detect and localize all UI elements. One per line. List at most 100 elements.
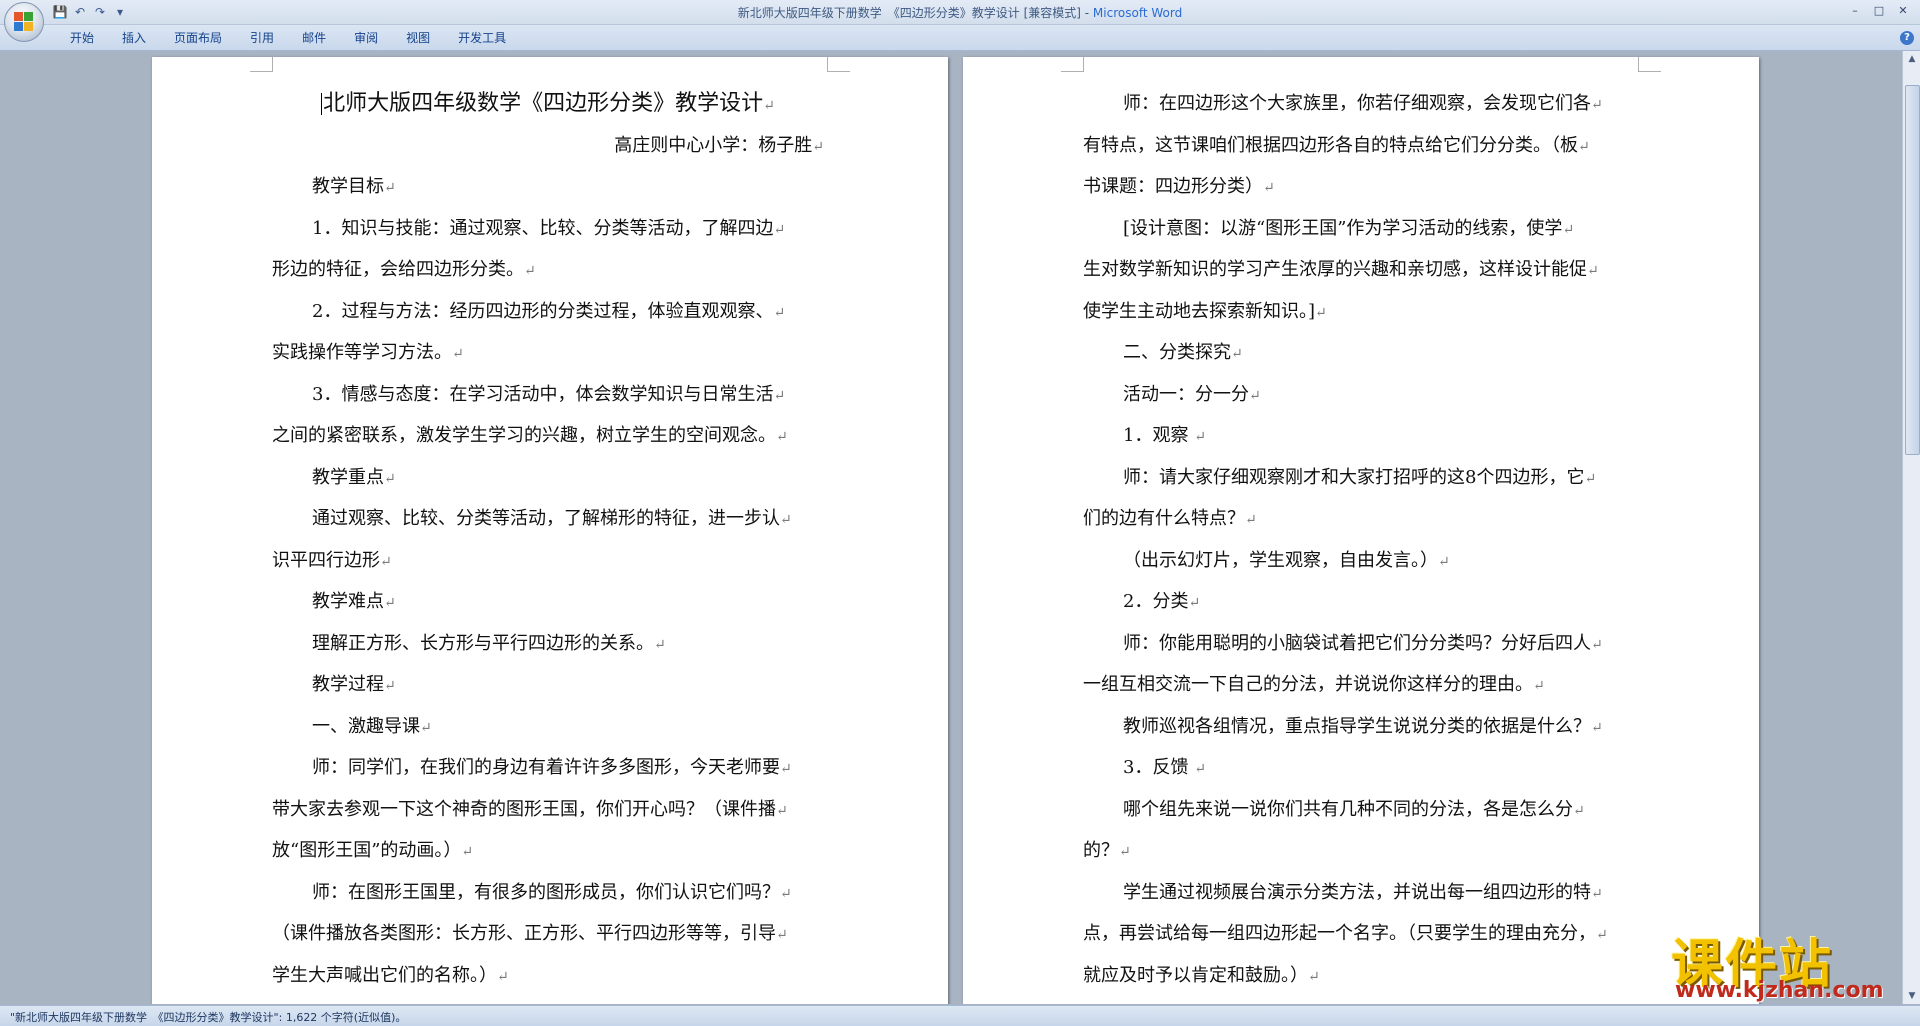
paragraph-mark-icon: ↵ [1573, 802, 1585, 819]
line-text: 教学难点 [312, 591, 384, 612]
document-page-1[interactable]: 北师大版四年级数学《四边形分类》教学设计↵ 高庄则中心小学：杨子胜↵ 教学目标↵ 1．… [152, 57, 948, 1004]
status-text: "新北师大版四年级下册数学 《四边形分类》教学设计": 1,622 个字符(近似… [10, 1011, 407, 1024]
tab-review[interactable]: 审阅 [340, 30, 392, 46]
vertical-scrollbar[interactable]: ▲ ▼ [1902, 51, 1920, 1004]
minimize-button[interactable]: – [1844, 2, 1866, 20]
paragraph-line[interactable]: （课件播放各类图形：长方形、正方形、平行四边形等等，引导↵ [272, 913, 824, 955]
paragraph-line[interactable]: 一、激趣导课↵ [272, 706, 824, 748]
paragraph-line[interactable]: 通过观察、比较、分类等活动，了解梯形的特征，进一步认↵ [272, 498, 824, 540]
line-text: 1．观察 [1123, 425, 1195, 446]
paragraph-mark-icon: ↵ [1308, 968, 1320, 985]
paragraph-line[interactable]: 教学重点↵ [272, 457, 824, 499]
paragraph-mark-icon: ↵ [776, 429, 788, 445]
document-page-2[interactable]: 师：在四边形这个大家族里，你若仔细观察，会发现它们各↵ 有特点，这节课咱们根据四边… [963, 57, 1759, 1004]
scroll-down-button[interactable]: ▼ [1904, 988, 1920, 1004]
paragraph-line[interactable]: 理解正方形、长方形与平行四边形的关系。↵ [272, 623, 824, 665]
paragraph-line[interactable]: [设计意图：以游“图形王国”作为学习活动的线索，使学↵ [1083, 208, 1635, 250]
paragraph-mark-icon: ↵ [1315, 304, 1327, 321]
line-text: 教学过程 [312, 674, 384, 695]
ribbon-tabs: 开始 插入 页面布局 引用 邮件 审阅 视图 开发工具 [56, 30, 520, 46]
line-text: 们的边有什么特点？ [1083, 508, 1245, 529]
paragraph-line[interactable]: 师：在四边形这个大家族里，你若仔细观察，会发现它们各↵ [1083, 83, 1635, 125]
paragraph-mark-icon: ↵ [1194, 761, 1206, 777]
paragraph-line[interactable]: 就应及时予以肯定和鼓励。）↵ [1083, 955, 1635, 997]
tab-developer[interactable]: 开发工具 [444, 30, 520, 46]
paragraph-line[interactable]: 点，再尝试给每一组四边形起一个名字。（只要学生的理由充分，↵ [1083, 913, 1635, 955]
paragraph-line[interactable]: 教学过程↵ [272, 664, 824, 706]
page-2-text[interactable]: 师：在四边形这个大家族里，你若仔细观察，会发现它们各↵ 有特点，这节课咱们根据四边… [1083, 83, 1635, 996]
document-workspace[interactable]: 北师大版四年级数学《四边形分类》教学设计↵ 高庄则中心小学：杨子胜↵ 教学目标↵ 1．… [0, 51, 1902, 1004]
line-text: 点，再尝试给每一组四边形起一个名字。（只要学生的理由充分， [1083, 923, 1596, 944]
paragraph-mark-icon: ↵ [1591, 97, 1603, 113]
paragraph-line[interactable]: 师：在图形王国里，有很多的图形成员，你们认识它们吗？↵ [272, 872, 824, 914]
paragraph-line[interactable]: 师：你能用聪明的小脑袋试着把它们分分类吗？分好后四人↵ [1083, 623, 1635, 665]
paragraph-line[interactable]: 使学生主动地去探索新知识。]↵ [1083, 291, 1635, 333]
paragraph-line[interactable]: 一组互相交流一下自己的分法，并说说你这样分的理由。↵ [1083, 664, 1635, 706]
paragraph-mark-icon: ↵ [1231, 346, 1243, 362]
paragraph-line[interactable]: 识平四行边形↵ [272, 540, 824, 582]
paragraph-mark-icon: ↵ [780, 885, 792, 902]
paragraph-line[interactable]: 的？↵ [1083, 830, 1635, 872]
paragraph-mark-icon: ↵ [773, 387, 786, 404]
paragraph-line[interactable]: 1．观察 ↵ [1083, 415, 1635, 457]
line-text: 哪个组先来说一说你们共有几种不同的分法，各是怎么分 [1123, 798, 1573, 820]
office-button[interactable] [4, 2, 44, 42]
paragraph-line[interactable]: 教师巡视各组情况，重点指导学生说说分类的依据是什么？↵ [1083, 706, 1635, 748]
paragraph-line[interactable]: 2．过程与方法：经历四边形的分类过程，体验直观观察、↵ [272, 291, 824, 333]
close-button[interactable]: ✕ [1892, 2, 1914, 20]
tab-insert[interactable]: 插入 [108, 30, 160, 46]
page-1-text[interactable]: 北师大版四年级数学《四边形分类》教学设计↵ 高庄则中心小学：杨子胜↵ 教学目标↵ 1．… [272, 83, 824, 996]
watermark-logo: 课件站 www.kjzhan.com [1671, 922, 1901, 1003]
paragraph-mark-icon: ↵ [420, 719, 432, 736]
paragraph-line[interactable]: 放“图形王国”的动画。）↵ [272, 830, 824, 872]
line-text: 师：请大家仔细观察刚才和大家打招呼的这8个四边形，它 [1123, 466, 1585, 488]
paragraph-line[interactable]: 带大家去参观一下这个神奇的图形王国，你们开心吗？（课件播↵ [272, 789, 824, 831]
paragraph-mark-icon: ↵ [1591, 719, 1603, 736]
tab-mailings[interactable]: 邮件 [288, 30, 340, 46]
paragraph-line[interactable]: 实践操作等学习方法。↵ [272, 332, 824, 374]
scroll-thumb[interactable] [1905, 85, 1920, 455]
margin-corner-mark [250, 57, 273, 72]
line-text: 一组互相交流一下自己的分法，并说说你这样分的理由。 [1083, 674, 1533, 695]
line-text: 北师大版四年级数学《四边形分类》教学设计 [323, 91, 764, 116]
paragraph-line[interactable]: 教学难点↵ [272, 581, 824, 623]
paragraph-line[interactable]: 书课题：四边形分类）↵ [1083, 166, 1635, 208]
paragraph-line[interactable]: 之间的紧密联系，激发学生学习的兴趣，树立学生的空间观念。↵ [272, 415, 824, 457]
paragraph-line[interactable]: 3．反馈 ↵ [1083, 747, 1635, 789]
paragraph-line[interactable]: 们的边有什么特点？↵ [1083, 498, 1635, 540]
tab-home[interactable]: 开始 [56, 30, 108, 46]
watermark-url: www.kjzhan.com [1675, 978, 1884, 1003]
tab-page-layout[interactable]: 页面布局 [160, 30, 236, 46]
paragraph-line[interactable]: 高庄则中心小学：杨子胜↵ [272, 125, 824, 167]
paragraph-line[interactable]: 学生大声喊出它们的名称。）↵ [272, 955, 824, 997]
line-text: 使学生主动地去探索新知识。] [1083, 300, 1316, 322]
paragraph-line[interactable]: 形边的特征，会给四边形分类。↵ [272, 249, 824, 291]
help-icon[interactable]: ? [1900, 31, 1914, 45]
paragraph-line[interactable]: 学生通过视频展台演示分类方法，并说出每一组四边形的特↵ [1083, 872, 1635, 914]
paragraph-line[interactable]: 有特点，这节课咱们根据四边形各自的特点给它们分分类。（板↵ [1083, 125, 1635, 167]
paragraph-mark-icon: ↵ [776, 802, 788, 819]
paragraph-line[interactable]: 活动一：分一分↵ [1083, 374, 1635, 416]
document-heading[interactable]: 北师大版四年级数学《四边形分类》教学设计↵ [272, 83, 824, 125]
line-text: 2．过程与方法：经历四边形的分类过程，体验直观观察、 [312, 300, 774, 322]
margin-corner-mark [1061, 57, 1084, 72]
paragraph-line[interactable]: 2．分类↵ [1083, 581, 1635, 623]
line-text: 师：在图形王国里，有很多的图形成员，你们认识它们吗？ [312, 881, 780, 903]
paragraph-line[interactable]: 师：同学们，在我们的身边有着许许多多图形，今天老师要↵ [272, 747, 824, 789]
office-logo-icon [14, 12, 34, 32]
paragraph-line[interactable]: 哪个组先来说一说你们共有几种不同的分法，各是怎么分↵ [1083, 789, 1635, 831]
scroll-up-button[interactable]: ▲ [1904, 51, 1920, 67]
line-text: 书课题：四边形分类） [1083, 176, 1263, 197]
tab-view[interactable]: 视图 [392, 30, 444, 46]
paragraph-line[interactable]: 教学目标↵ [272, 166, 824, 208]
paragraph-line[interactable]: 生对数学新知识的学习产生浓厚的兴趣和亲切感，这样设计能促↵ [1083, 249, 1635, 291]
line-text: 学生大声喊出它们的名称。） [272, 964, 497, 986]
tab-references[interactable]: 引用 [236, 30, 288, 46]
title-bar: 💾 ↶ ↷ ▾ 新北师大版四年级下册数学 《四边形分类》教学设计 [兼容模式] … [0, 0, 1920, 42]
paragraph-line[interactable]: 师：请大家仔细观察刚才和大家打招呼的这8个四边形，它↵ [1083, 457, 1635, 499]
paragraph-line[interactable]: 3．情感与态度：在学习活动中，体会数学知识与日常生活↵ [272, 374, 824, 416]
paragraph-line[interactable]: 1．知识与技能：通过观察、比较、分类等活动，了解四边↵ [272, 208, 824, 250]
maximize-button[interactable]: □ [1868, 2, 1890, 20]
paragraph-line[interactable]: （出示幻灯片，学生观察，自由发言。）↵ [1083, 540, 1635, 582]
paragraph-line[interactable]: 二、分类探究↵ [1083, 332, 1635, 374]
